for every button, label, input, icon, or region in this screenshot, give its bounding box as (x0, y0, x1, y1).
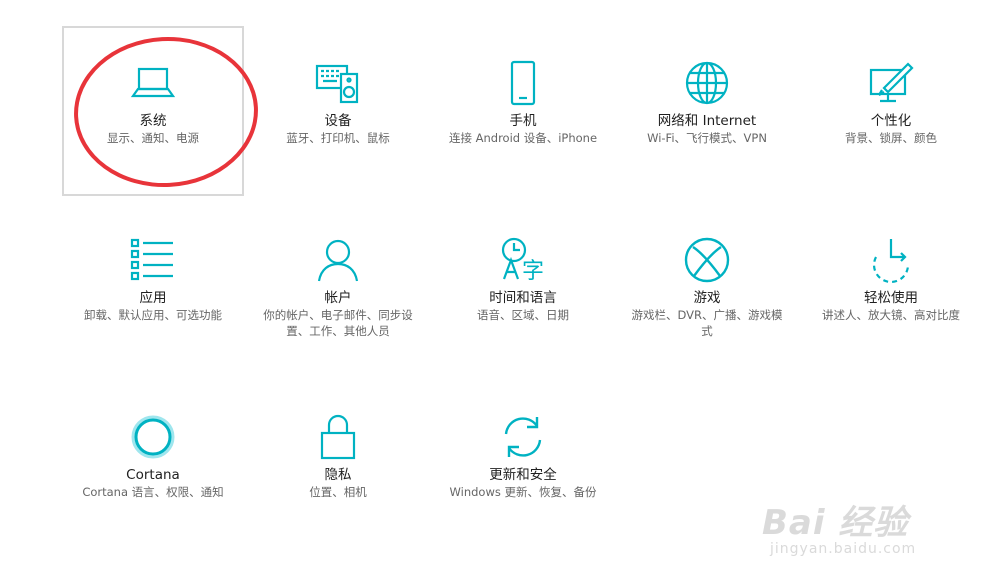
tile-label: 时间和语言 (489, 290, 557, 306)
tile-label: 个性化 (870, 113, 912, 129)
tile-phone[interactable]: 手机 连接 Android 设备、iPhone (432, 26, 614, 196)
tile-cortana[interactable]: Cortana Cortana 语言、权限、通知 (62, 380, 244, 550)
tile-system[interactable]: 系统 显示、通知、电源 (62, 26, 244, 196)
tile-description: 讲述人、放大镜、高对比度 (822, 308, 960, 322)
cortana-ring-icon (128, 412, 178, 462)
sync-arrows-icon (498, 412, 548, 462)
tile-description: 背景、锁屏、颜色 (845, 131, 937, 145)
person-icon (313, 235, 363, 285)
tile-label: Cortana (126, 467, 180, 483)
tile-label: 应用 (139, 290, 167, 306)
tile-label: 系统 (139, 113, 167, 129)
tile-personalization[interactable]: 个性化 背景、锁屏、颜色 (800, 26, 982, 196)
tile-label: 设备 (324, 113, 352, 129)
tile-description: Cortana 语言、权限、通知 (82, 485, 224, 499)
clock-language-icon: 字 (498, 235, 548, 285)
tile-update-security[interactable]: 更新和安全 Windows 更新、恢复、备份 (432, 380, 614, 550)
tile-description: 语音、区域、日期 (477, 308, 569, 322)
tile-time-language[interactable]: 字 时间和语言 语音、区域、日期 (432, 203, 614, 373)
tile-description: 蓝牙、打印机、鼠标 (286, 131, 390, 145)
tile-gaming[interactable]: 游戏 游戏栏、DVR、广播、游戏模式 (616, 203, 798, 373)
tile-ease-of-access[interactable]: 轻松使用 讲述人、放大镜、高对比度 (800, 203, 982, 373)
tile-label: 轻松使用 (864, 290, 918, 306)
tile-description: Windows 更新、恢复、备份 (449, 485, 597, 499)
watermark-brand-text: Bai 经验 (762, 503, 909, 543)
baidu-watermark: Bai 经验 jingyan.baidu.com (762, 467, 942, 557)
phone-icon (498, 58, 548, 108)
tile-accounts[interactable]: 帐户 你的帐户、电子邮件、同步设置、工作、其他人员 (247, 203, 429, 373)
tile-label: 隐私 (324, 467, 352, 483)
lock-icon (313, 412, 363, 462)
tile-label: 更新和安全 (489, 467, 557, 483)
tile-label: 游戏 (693, 290, 721, 306)
xbox-icon (682, 235, 732, 285)
tile-devices[interactable]: 设备 蓝牙、打印机、鼠标 (247, 26, 429, 196)
tile-label: 手机 (509, 113, 537, 129)
laptop-icon (128, 58, 178, 108)
app-list-icon (128, 235, 178, 285)
globe-icon (682, 58, 732, 108)
tile-network[interactable]: 网络和 Internet Wi-Fi、飞行模式、VPN (616, 26, 798, 196)
tile-description: 游戏栏、DVR、广播、游戏模式 (631, 308, 783, 338)
watermark-url: jingyan.baidu.com (770, 541, 917, 557)
tile-description: 显示、通知、电源 (107, 131, 199, 145)
tile-description: 位置、相机 (309, 485, 367, 499)
tile-description: 连接 Android 设备、iPhone (448, 131, 598, 145)
tile-description: Wi-Fi、飞行模式、VPN (647, 131, 767, 145)
ease-of-access-icon (866, 235, 916, 285)
paint-brush-monitor-icon (866, 58, 916, 108)
tile-description: 卸载、默认应用、可选功能 (84, 308, 222, 322)
tile-privacy[interactable]: 隐私 位置、相机 (247, 380, 429, 550)
tile-description: 你的帐户、电子邮件、同步设置、工作、其他人员 (263, 308, 413, 338)
tile-apps[interactable]: 应用 卸载、默认应用、可选功能 (62, 203, 244, 373)
tile-label: 帐户 (324, 290, 352, 306)
keyboard-speaker-icon (313, 58, 363, 108)
svg-text:字: 字 (522, 259, 544, 284)
tile-label: 网络和 Internet (657, 113, 757, 129)
watermark-brand: Bai 经验 (762, 495, 908, 544)
